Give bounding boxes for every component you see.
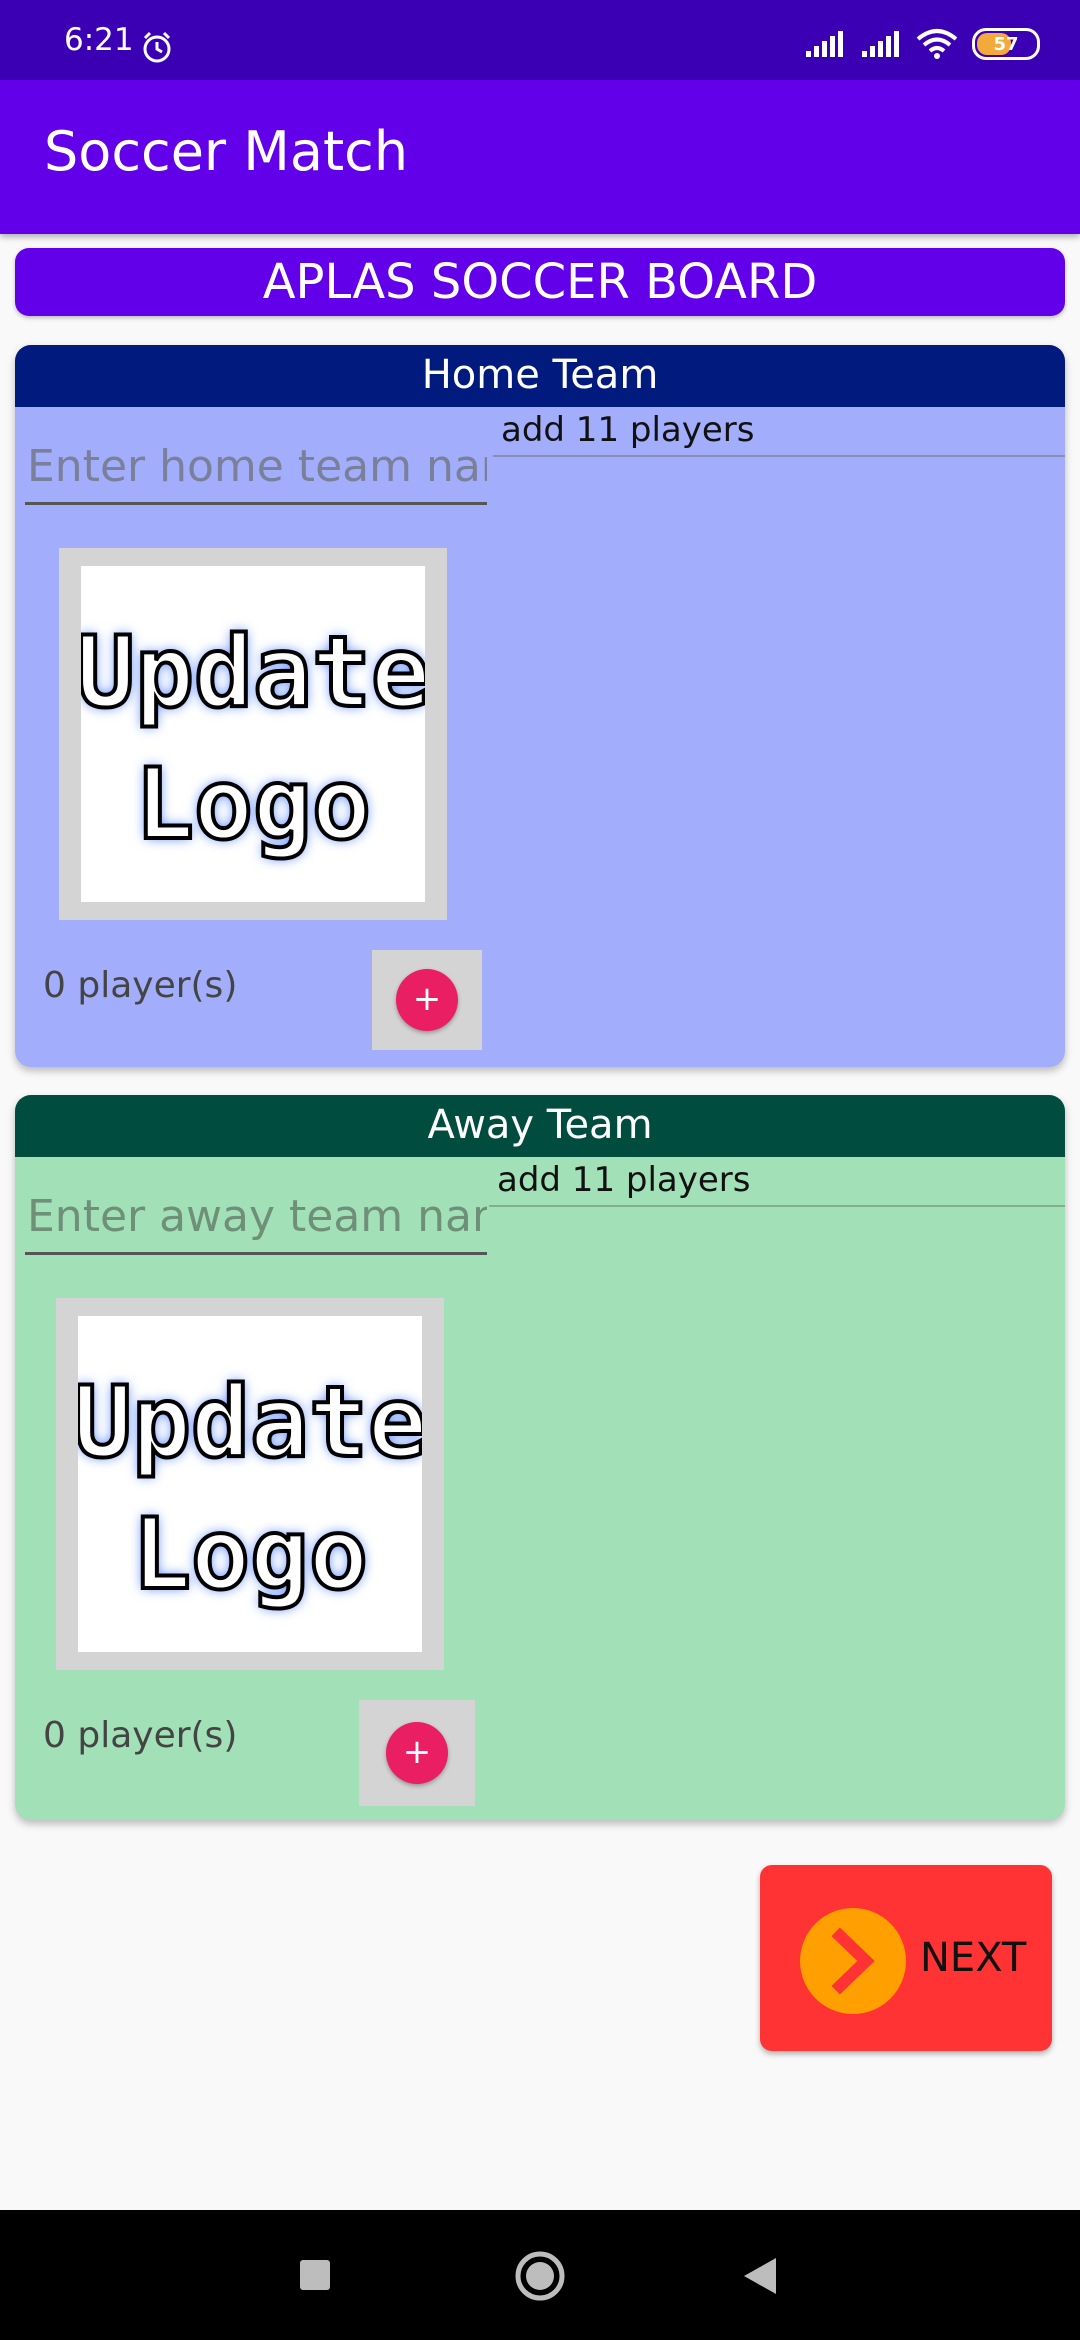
home-team-card: Home Team add 11 players Update Logo Upd… <box>15 345 1065 1067</box>
app-bar: Soccer Match <box>0 80 1080 234</box>
home-team-name-input[interactable] <box>25 430 487 505</box>
status-icons: 57 <box>804 28 1040 60</box>
home-add-player-button[interactable]: + <box>396 969 458 1031</box>
battery-level: 57 <box>993 33 1019 55</box>
away-add-player-button[interactable]: + <box>386 1722 448 1784</box>
away-add-player-frame: + <box>359 1700 475 1806</box>
status-time: 6:21 <box>64 22 134 58</box>
back-icon[interactable] <box>742 2256 778 2296</box>
signal-icon <box>862 31 899 57</box>
away-player-count: 0 player(s) <box>43 1715 238 1756</box>
svg-text:Update: Update <box>81 616 425 730</box>
home-logo-button[interactable]: Update Logo Update Logo <box>59 548 447 920</box>
update-logo-image: Update Logo Update Logo <box>81 566 425 902</box>
svg-text:Update: Update <box>78 1366 422 1480</box>
next-label: NEXT <box>920 1935 1027 1981</box>
away-team-name-input[interactable] <box>25 1180 487 1255</box>
home-team-header: Home Team <box>15 345 1065 407</box>
next-button[interactable]: NEXT <box>760 1865 1052 2051</box>
board-title: APLAS SOCCER BOARD <box>15 248 1065 316</box>
svg-text:Logo: Logo <box>132 1498 368 1612</box>
away-team-header: Away Team <box>15 1095 1065 1157</box>
away-logo-button[interactable]: Update Logo Update Logo <box>56 1298 444 1670</box>
app-title: Soccer Match <box>44 120 409 183</box>
home-players-field[interactable]: add 11 players <box>493 410 1065 457</box>
navigation-bar <box>0 2210 1080 2340</box>
wifi-icon <box>916 29 958 59</box>
home-icon[interactable] <box>514 2250 566 2302</box>
home-player-count: 0 player(s) <box>43 965 238 1006</box>
away-team-card: Away Team add 11 players Update Logo Upd… <box>15 1095 1065 1820</box>
away-players-field[interactable]: add 11 players <box>489 1160 1065 1207</box>
alarm-icon <box>143 31 171 63</box>
svg-text:Logo: Logo <box>135 748 371 862</box>
status-bar: 6:21 57 <box>0 0 1080 80</box>
recents-icon[interactable] <box>298 2258 332 2292</box>
battery-icon: 57 <box>972 28 1040 60</box>
signal-icon <box>806 31 843 57</box>
update-logo-image: Update Logo Update Logo <box>78 1316 422 1652</box>
home-add-player-frame: + <box>372 950 482 1050</box>
chevron-right-icon <box>800 1908 906 2014</box>
